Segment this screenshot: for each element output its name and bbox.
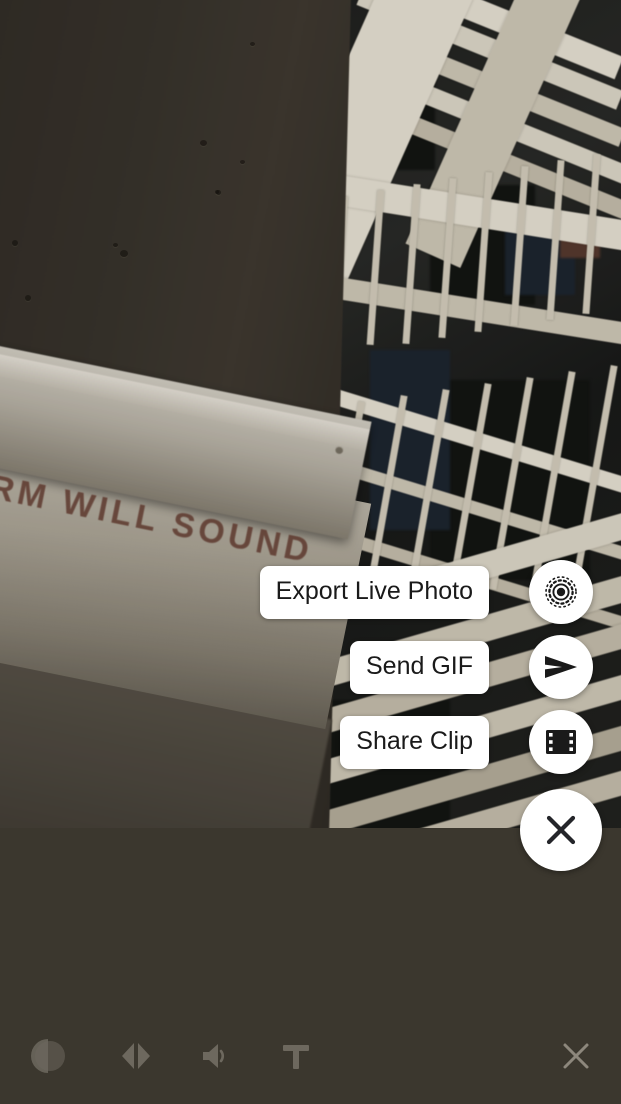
mirror-icon xyxy=(117,1037,155,1075)
close-icon xyxy=(543,812,579,848)
close-editor-button[interactable] xyxy=(531,1008,621,1104)
photo-scene: ARM WILL SOUND xyxy=(0,0,621,828)
photo-wall-mark xyxy=(216,190,221,195)
tool-volume[interactable] xyxy=(176,1008,256,1104)
send-gif-button[interactable] xyxy=(529,635,593,699)
tool-filter-adjust[interactable] xyxy=(0,1008,96,1104)
action-row-share-clip[interactable]: Share Clip xyxy=(340,710,593,774)
photo-wall-mark xyxy=(120,250,128,257)
photo-wall-mark xyxy=(240,160,245,164)
text-icon xyxy=(278,1038,314,1074)
photo-wall-mark xyxy=(250,42,255,46)
app-root: ARM WILL SOUND Export Live Photo Send GI… xyxy=(0,0,621,1104)
action-row-export-live-photo[interactable]: Export Live Photo xyxy=(259,560,593,624)
filter-icon xyxy=(27,1035,69,1077)
send-gif-label[interactable]: Send GIF xyxy=(350,640,489,694)
photo-wall-mark xyxy=(12,240,18,246)
send-icon xyxy=(543,651,579,683)
bottom-toolbar xyxy=(0,1008,621,1104)
volume-icon xyxy=(197,1037,235,1075)
export-live-photo-label[interactable]: Export Live Photo xyxy=(259,565,489,619)
action-row-close[interactable] xyxy=(520,789,602,871)
close-icon xyxy=(559,1039,593,1073)
photo-wall-mark xyxy=(25,295,31,301)
tool-mirror-flip[interactable] xyxy=(96,1008,176,1104)
live-photo-icon xyxy=(544,575,578,609)
tool-text[interactable] xyxy=(256,1008,336,1104)
photo-preview[interactable]: ARM WILL SOUND xyxy=(0,0,621,828)
photo-wall-mark xyxy=(113,243,118,247)
action-row-send-gif[interactable]: Send GIF xyxy=(350,635,593,699)
close-action-menu-button[interactable] xyxy=(520,789,602,871)
film-strip-icon xyxy=(545,728,577,756)
share-clip-button[interactable] xyxy=(529,710,593,774)
export-live-photo-button[interactable] xyxy=(529,560,593,624)
photo-wall-mark xyxy=(200,140,207,146)
photo-door-screw xyxy=(334,445,345,455)
share-clip-label[interactable]: Share Clip xyxy=(340,715,489,769)
